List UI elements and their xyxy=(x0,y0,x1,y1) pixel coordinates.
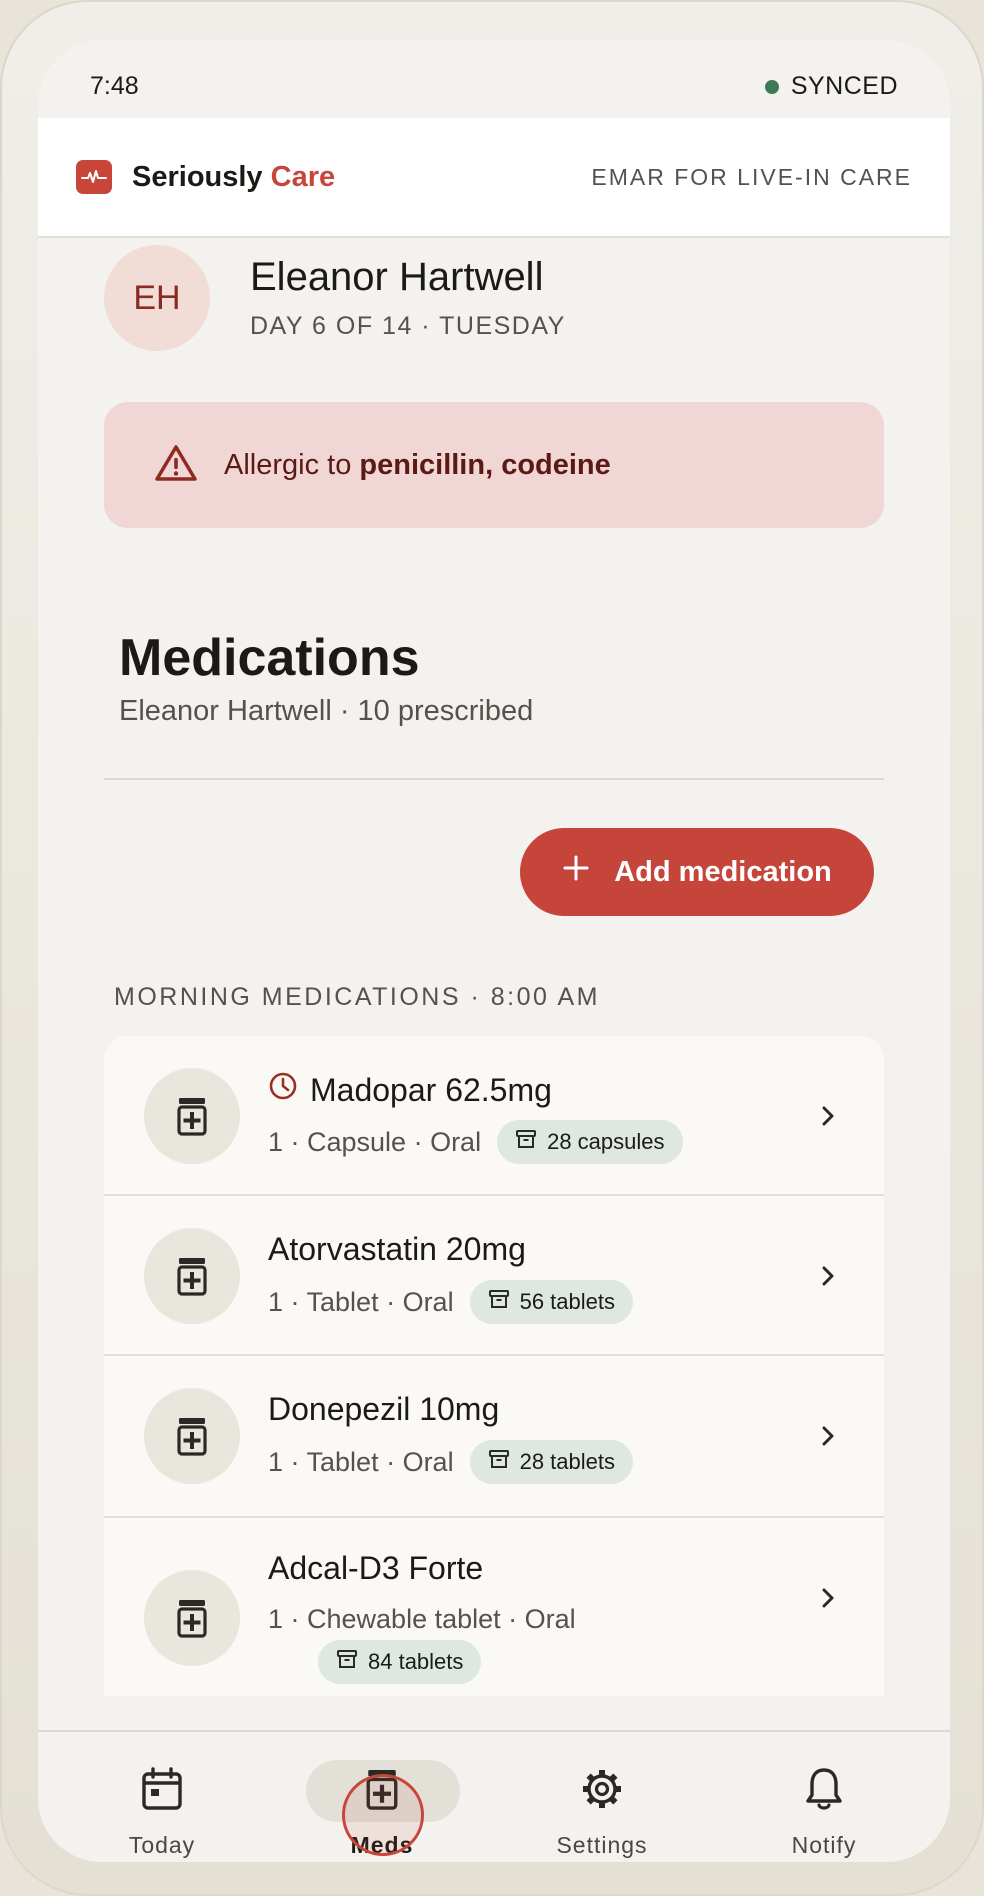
box-icon xyxy=(488,1288,510,1316)
stock-count: 28 tablets xyxy=(519,1449,615,1474)
gear-icon xyxy=(579,1766,625,1812)
add-medication-button[interactable]: Add medication xyxy=(520,828,874,916)
tab-settings[interactable]: Settings xyxy=(522,1766,682,1859)
avatar: EH xyxy=(104,245,210,351)
list-item[interactable]: Atorvastatin 20mg 1 · Tablet · Oral 56 t… xyxy=(104,1196,884,1356)
dose-route: 1 · Chewable tablet · Oral xyxy=(268,1604,576,1634)
allergy-text: Allergic to penicillin, codeine xyxy=(224,449,611,482)
care-day: DAY 6 OF 14 · TUESDAY xyxy=(250,312,566,340)
medication-detail: 1 · Chewable tablet · Oral xyxy=(268,1604,576,1635)
medication-name: Adcal-D3 Forte xyxy=(268,1550,483,1587)
medication-name-text: Atorvastatin 20mg xyxy=(268,1231,526,1267)
medicine-bottle-icon xyxy=(144,1388,240,1484)
brand-first: Seriously xyxy=(132,160,263,193)
chevron-right-icon xyxy=(822,1266,834,1286)
medicine-bottle-icon xyxy=(144,1068,240,1164)
patient-info: Eleanor Hartwell DAY 6 OF 14 · TUESDAY xyxy=(250,255,566,341)
tab-label: Today xyxy=(128,1832,196,1858)
tab-label: Settings xyxy=(556,1832,648,1858)
dose-route: 1 · Capsule · Oral xyxy=(268,1126,482,1157)
medication-list: Madopar 62.5mg 1 · Capsule · Oral 28 cap… xyxy=(104,1036,884,1696)
chevron-right-icon xyxy=(822,1106,834,1126)
sync-dot-icon xyxy=(764,79,779,94)
clock-icon xyxy=(268,1071,298,1109)
app-header: Seriously Care EMAR FOR LIVE-IN CARE xyxy=(38,118,950,238)
chevron-right-icon xyxy=(822,1426,834,1446)
box-icon xyxy=(336,1648,358,1676)
stock-badge: 84 tablets xyxy=(318,1640,482,1684)
divider xyxy=(104,778,884,780)
heartbeat-logo-icon xyxy=(76,160,112,194)
page-title: Medications xyxy=(119,629,420,687)
medication-name-text: Adcal-D3 Forte xyxy=(268,1550,484,1586)
medication-name: Atorvastatin 20mg xyxy=(268,1231,526,1268)
patient-name: Eleanor Hartwell xyxy=(250,255,544,299)
stock-count: 28 capsules xyxy=(547,1129,665,1154)
allergy-prefix: Allergic to xyxy=(224,448,360,481)
allergy-items: penicillin, codeine xyxy=(359,448,611,481)
chevron-right-icon xyxy=(822,1588,834,1608)
medicine-bottle-icon xyxy=(144,1228,240,1324)
stock-count: 84 tablets xyxy=(368,1649,464,1674)
tab-notify[interactable]: Notify xyxy=(744,1766,904,1859)
plus-icon xyxy=(562,854,590,890)
sync-label: SYNCED xyxy=(790,72,898,100)
medication-detail: 1 · Tablet · Oral 56 tablets xyxy=(268,1280,633,1324)
calendar-icon xyxy=(139,1766,185,1812)
status-time: 7:48 xyxy=(90,72,139,100)
stock-count: 56 tablets xyxy=(519,1289,615,1314)
bottom-nav: Today Meds Settings Notify xyxy=(38,1730,950,1862)
medication-name-text: Donepezil 10mg xyxy=(268,1391,500,1427)
medication-detail: 1 · Capsule · Oral 28 capsules xyxy=(268,1120,683,1164)
medication-detail: 1 · Tablet · Oral 28 tablets xyxy=(268,1440,633,1484)
section-label: MORNING MEDICATIONS · 8:00 AM xyxy=(114,983,600,1011)
bell-icon xyxy=(801,1766,847,1812)
box-icon xyxy=(515,1128,537,1156)
list-item[interactable]: Donepezil 10mg 1 · Tablet · Oral 28 tabl… xyxy=(104,1356,884,1518)
medicine-bottle-icon xyxy=(144,1570,240,1666)
stock-badge: 28 capsules xyxy=(497,1120,683,1164)
tab-today[interactable]: Today xyxy=(82,1766,242,1859)
device-frame: 7:48 SYNCED Seriously Care EMAR FOR LIVE… xyxy=(0,0,984,1896)
status-bar: 7:48 SYNCED xyxy=(38,40,950,118)
app-screen: 7:48 SYNCED Seriously Care EMAR FOR LIVE… xyxy=(38,40,950,1862)
header-subtitle: EMAR FOR LIVE-IN CARE xyxy=(591,163,912,190)
brand-name: Seriously Care xyxy=(132,161,335,194)
tab-label: Notify xyxy=(791,1832,857,1858)
allergy-banner: Allergic to penicillin, codeine xyxy=(104,402,884,528)
list-item[interactable]: Madopar 62.5mg 1 · Capsule · Oral 28 cap… xyxy=(104,1036,884,1196)
dose-route: 1 · Tablet · Oral xyxy=(268,1446,454,1477)
list-item[interactable]: Adcal-D3 Forte 1 · Chewable tablet · Ora… xyxy=(104,1518,884,1696)
page-subtitle: Eleanor Hartwell · 10 prescribed xyxy=(119,695,534,727)
brand-accent: Care xyxy=(270,160,336,193)
stock-badge: 28 tablets xyxy=(469,1440,633,1484)
patient-card: EH Eleanor Hartwell DAY 6 OF 14 · TUESDA… xyxy=(104,244,884,352)
medication-name: Donepezil 10mg xyxy=(268,1391,499,1428)
warning-triangle-icon xyxy=(154,443,198,488)
tap-indicator xyxy=(342,1774,424,1856)
dose-route: 1 · Tablet · Oral xyxy=(268,1286,454,1317)
medication-name: Madopar 62.5mg xyxy=(268,1071,552,1109)
medication-name-text: Madopar 62.5mg xyxy=(310,1071,552,1108)
stock-badge: 56 tablets xyxy=(469,1280,633,1324)
sync-status: SYNCED xyxy=(764,72,898,101)
add-medication-label: Add medication xyxy=(614,855,832,888)
box-icon xyxy=(488,1448,510,1476)
